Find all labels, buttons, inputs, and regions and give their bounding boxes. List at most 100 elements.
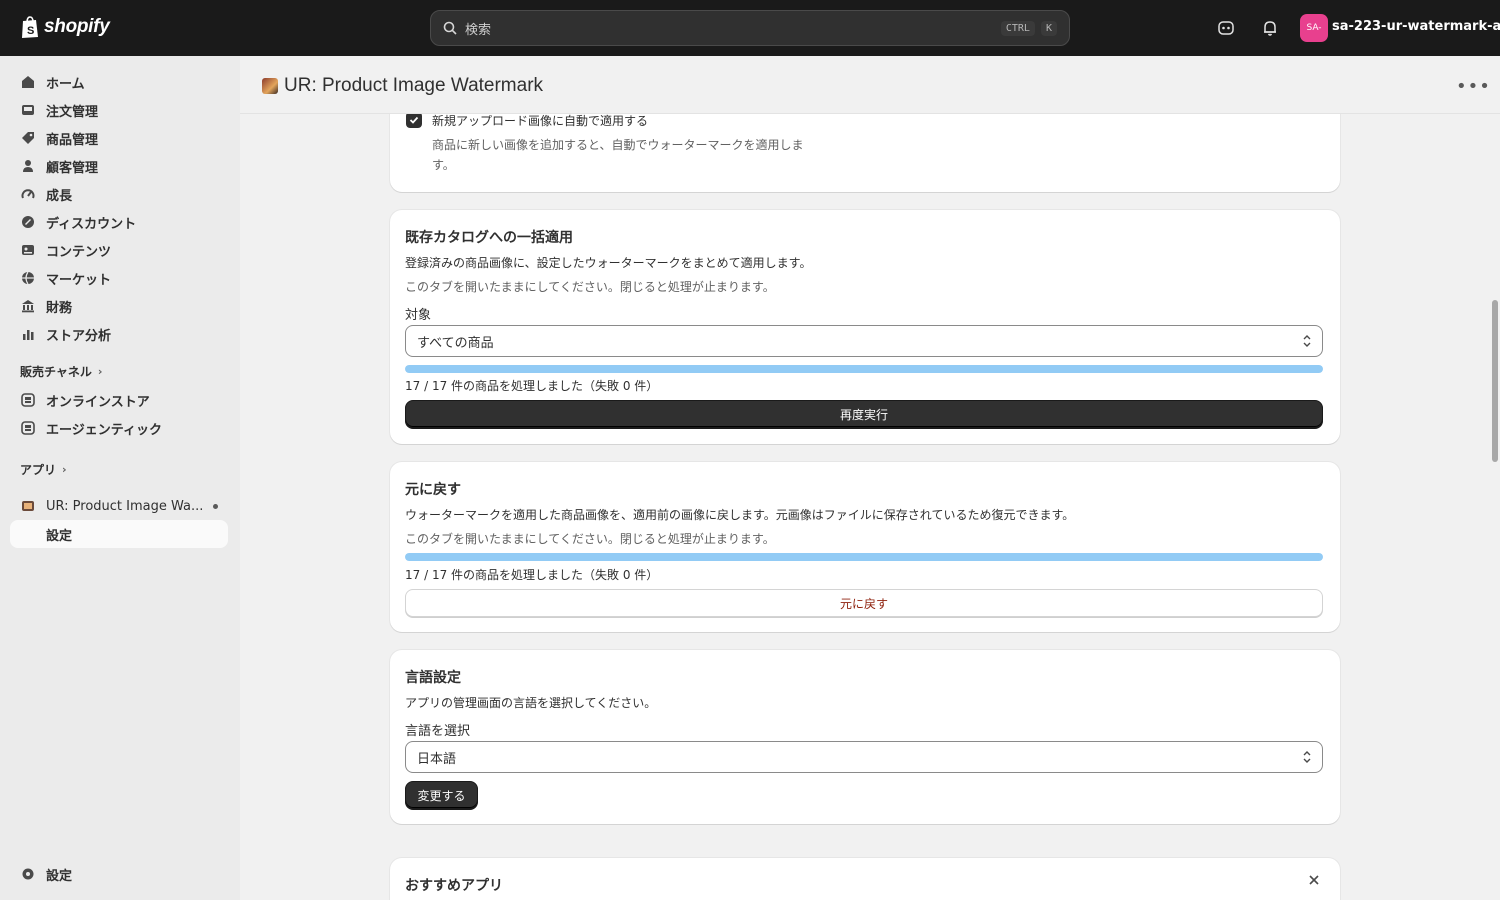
- change-language-button[interactable]: 変更する: [405, 781, 478, 809]
- bank-icon: [20, 298, 36, 314]
- sidebar-item-markets[interactable]: マーケット: [10, 264, 228, 292]
- language-title: 言語設定: [405, 670, 461, 686]
- shopify-bag-icon: S: [22, 16, 38, 38]
- sidebar-item-finance[interactable]: 財務: [10, 292, 228, 320]
- bulk-apply-notice: このタブを開いたままにしてください。閉じると処理が止まります。: [405, 280, 775, 294]
- sidebar-item-orders[interactable]: 注文管理: [10, 96, 228, 124]
- sidebar-item-online-store[interactable]: オンラインストア: [10, 386, 228, 414]
- discount-icon: [20, 214, 36, 230]
- sidekick-icon[interactable]: [1216, 18, 1236, 38]
- inbox-icon: [20, 102, 36, 118]
- person-icon: [20, 158, 36, 174]
- target-label: 対象: [405, 308, 432, 323]
- language-select-label: 言語を選択: [405, 724, 471, 739]
- apps-label: アプリ: [20, 463, 57, 477]
- store-name[interactable]: sa-223-ur-watermark-app: [1332, 19, 1500, 34]
- sidebar-item-app-settings[interactable]: 設定: [10, 520, 228, 548]
- search-placeholder: 検索: [465, 22, 492, 38]
- sidebar-item-label: 商品管理: [46, 132, 99, 148]
- globe-icon: [20, 270, 36, 286]
- bell-icon[interactable]: [1260, 18, 1280, 38]
- close-icon[interactable]: [1308, 874, 1320, 890]
- language-select-value: 日本語: [417, 751, 457, 767]
- sidebar-item-discounts[interactable]: ディスカウント: [10, 208, 228, 236]
- checkmark-icon: [409, 116, 419, 124]
- sidebar-item-label: 設定: [46, 868, 73, 884]
- revert-description: ウォーターマークを適用した商品画像を、適用前の画像に戻します。元画像はファイルに…: [405, 508, 1075, 522]
- target-select[interactable]: すべての商品: [405, 325, 1323, 357]
- svg-text:S: S: [27, 25, 34, 37]
- home-icon: [20, 74, 36, 90]
- language-card: 言語設定 アプリの管理画面の言語を選択してください。 言語を選択 日本語 変更す…: [390, 650, 1340, 824]
- sidebar: ホーム 注文管理 商品管理 顧客管理 成長 ディスカウント コンテンツ マーケッ…: [0, 56, 240, 900]
- sidebar-item-home[interactable]: ホーム: [10, 68, 228, 96]
- app-icon: [20, 498, 36, 514]
- sidebar-item-agentic[interactable]: エージェンティック: [10, 414, 228, 442]
- page-title-display: UR: Product Image Watermark: [284, 75, 544, 96]
- sidebar-item-label: 成長: [46, 188, 73, 204]
- select-arrows-icon: [1303, 335, 1311, 347]
- sidebar-item-label: コンテンツ: [46, 244, 112, 260]
- image-icon: [20, 242, 36, 258]
- target-select-value: すべての商品: [417, 335, 494, 351]
- sidebar-item-analytics[interactable]: ストア分析: [10, 320, 228, 348]
- sidebar-item-label: 顧客管理: [46, 160, 99, 176]
- sidebar-item-label: ホーム: [46, 76, 85, 92]
- tag-icon: [20, 130, 36, 146]
- bulk-apply-progress-fill: [405, 365, 1323, 373]
- shopify-logo[interactable]: S shopify: [20, 15, 110, 39]
- sidebar-item-label: エージェンティック: [46, 422, 162, 438]
- search-icon: [443, 21, 457, 35]
- gauge-icon: [20, 186, 36, 202]
- revert-status: 17 / 17 件の商品を処理しました（失敗 0 件）: [405, 568, 659, 582]
- sidebar-item-customers[interactable]: 顧客管理: [10, 152, 228, 180]
- store-avatar[interactable]: SA-: [1300, 14, 1328, 42]
- apps-heading[interactable]: アプリ ›: [20, 461, 67, 478]
- store-icon: [20, 420, 36, 436]
- recommended-apps-card: おすすめアプリ: [390, 858, 1340, 900]
- sidebar-item-label: オンラインストア: [46, 394, 150, 410]
- bulk-apply-progress: [405, 365, 1323, 373]
- scrollbar-track[interactable]: [1490, 114, 1500, 900]
- sidebar-item-label: ストア分析: [46, 328, 112, 344]
- gear-icon: [20, 866, 36, 882]
- sidebar-item-label: UR: Product Image Wa...: [46, 498, 204, 514]
- revert-title: 元に戻す: [405, 482, 461, 498]
- sidebar-item-growth[interactable]: 成長: [10, 180, 228, 208]
- language-select[interactable]: 日本語: [405, 741, 1323, 773]
- store-icon: [20, 392, 36, 408]
- bulk-apply-title: 既存カタログへの一括適用: [405, 230, 573, 246]
- sales-channels-heading[interactable]: 販売チャネル ›: [20, 363, 102, 380]
- select-arrows-icon: [1303, 751, 1311, 763]
- sidebar-item-settings[interactable]: 設定: [10, 860, 228, 888]
- more-actions-button[interactable]: •••: [1456, 76, 1490, 97]
- sidebar-item-label: 設定: [46, 528, 73, 544]
- sidebar-item-label: ディスカウント: [46, 216, 137, 232]
- sidebar-item-label: マーケット: [46, 272, 112, 288]
- sidebar-item-app[interactable]: UR: Product Image Wa...: [10, 492, 228, 520]
- sales-channels-label: 販売チャネル: [20, 365, 92, 379]
- rerun-button[interactable]: 再度実行: [405, 400, 1323, 428]
- bulk-apply-status: 17 / 17 件の商品を処理しました（失敗 0 件）: [405, 379, 659, 393]
- chevron-right-icon: ›: [62, 463, 67, 476]
- sidebar-item-label: 財務: [46, 300, 73, 316]
- app-logo-icon: [262, 78, 278, 94]
- recommended-apps-title: おすすめアプリ: [405, 878, 503, 894]
- scrollbar-thumb[interactable]: [1492, 300, 1498, 462]
- sidebar-item-products[interactable]: 商品管理: [10, 124, 228, 152]
- logo-text: shopify: [44, 16, 110, 37]
- unread-dot: [213, 504, 218, 509]
- revert-notice: このタブを開いたままにしてください。閉じると処理が止まります。: [405, 532, 775, 546]
- chart-bar-icon: [20, 326, 36, 342]
- shortcut-k: K: [1040, 20, 1057, 36]
- revert-progress-fill: [405, 553, 1323, 561]
- sidebar-item-content[interactable]: コンテンツ: [10, 236, 228, 264]
- auto-apply-label: 新規アップロード画像に自動で適用する: [432, 114, 649, 128]
- search-input[interactable]: 検索 CTRL K: [430, 10, 1070, 46]
- top-bar: S shopify 検索 CTRL K SA- sa-223-ur-waterm…: [0, 0, 1500, 56]
- revert-progress: [405, 553, 1323, 561]
- sidebar-item-label: 注文管理: [46, 104, 99, 120]
- auto-apply-help-line1: 商品に新しい画像を追加すると、自動でウォーターマークを適用しま: [432, 138, 804, 152]
- revert-button[interactable]: 元に戻す: [405, 589, 1323, 617]
- auto-apply-checkbox[interactable]: [406, 112, 422, 128]
